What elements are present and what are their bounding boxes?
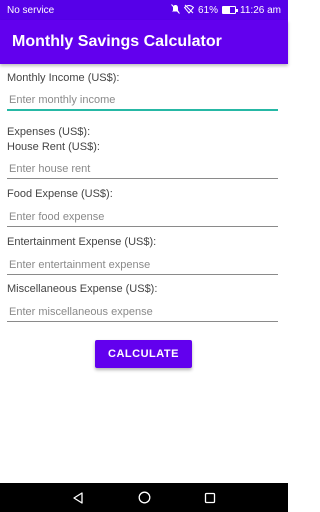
misc-expense-label: Miscellaneous Expense (US$): — [7, 283, 158, 295]
misc-expense-field[interactable] — [7, 302, 278, 322]
food-expense-label: Food Expense (US$): — [7, 188, 113, 200]
carrier-text: No service — [7, 4, 55, 16]
entertainment-expense-field[interactable] — [7, 255, 278, 275]
misc-expense-input[interactable] — [9, 305, 278, 318]
monthly-income-field[interactable] — [7, 91, 278, 111]
battery-level — [223, 7, 231, 13]
house-rent-label: House Rent (US$): — [7, 141, 100, 153]
entertainment-expense-input[interactable] — [9, 258, 278, 271]
wifi-off-icon — [183, 4, 195, 17]
monthly-income-input[interactable] — [9, 94, 278, 106]
home-icon[interactable] — [137, 491, 151, 505]
navigation-bar — [0, 483, 288, 512]
app-bar: Monthly Savings Calculator — [0, 20, 288, 64]
food-expense-input[interactable] — [9, 210, 278, 223]
expenses-heading: Expenses (US$): — [7, 126, 91, 138]
mute-icon — [171, 3, 180, 17]
battery-percent: 61% — [198, 4, 219, 16]
recents-icon[interactable] — [203, 491, 217, 505]
battery-icon — [222, 6, 239, 14]
monthly-income-label: Monthly Income (US$): — [7, 72, 120, 84]
house-rent-field[interactable] — [7, 159, 278, 179]
food-expense-field[interactable] — [7, 207, 278, 227]
status-bar: No service 61% 11:26 am — [0, 0, 288, 20]
app-title: Monthly Savings Calculator — [12, 33, 222, 50]
entertainment-expense-label: Entertainment Expense (US$): — [7, 236, 157, 248]
status-indicators: 61% 11:26 am — [171, 3, 281, 17]
back-icon[interactable] — [71, 491, 85, 505]
clock: 11:26 am — [240, 4, 281, 16]
house-rent-input[interactable] — [9, 162, 278, 175]
calculate-button[interactable]: CALCULATE — [95, 340, 192, 368]
